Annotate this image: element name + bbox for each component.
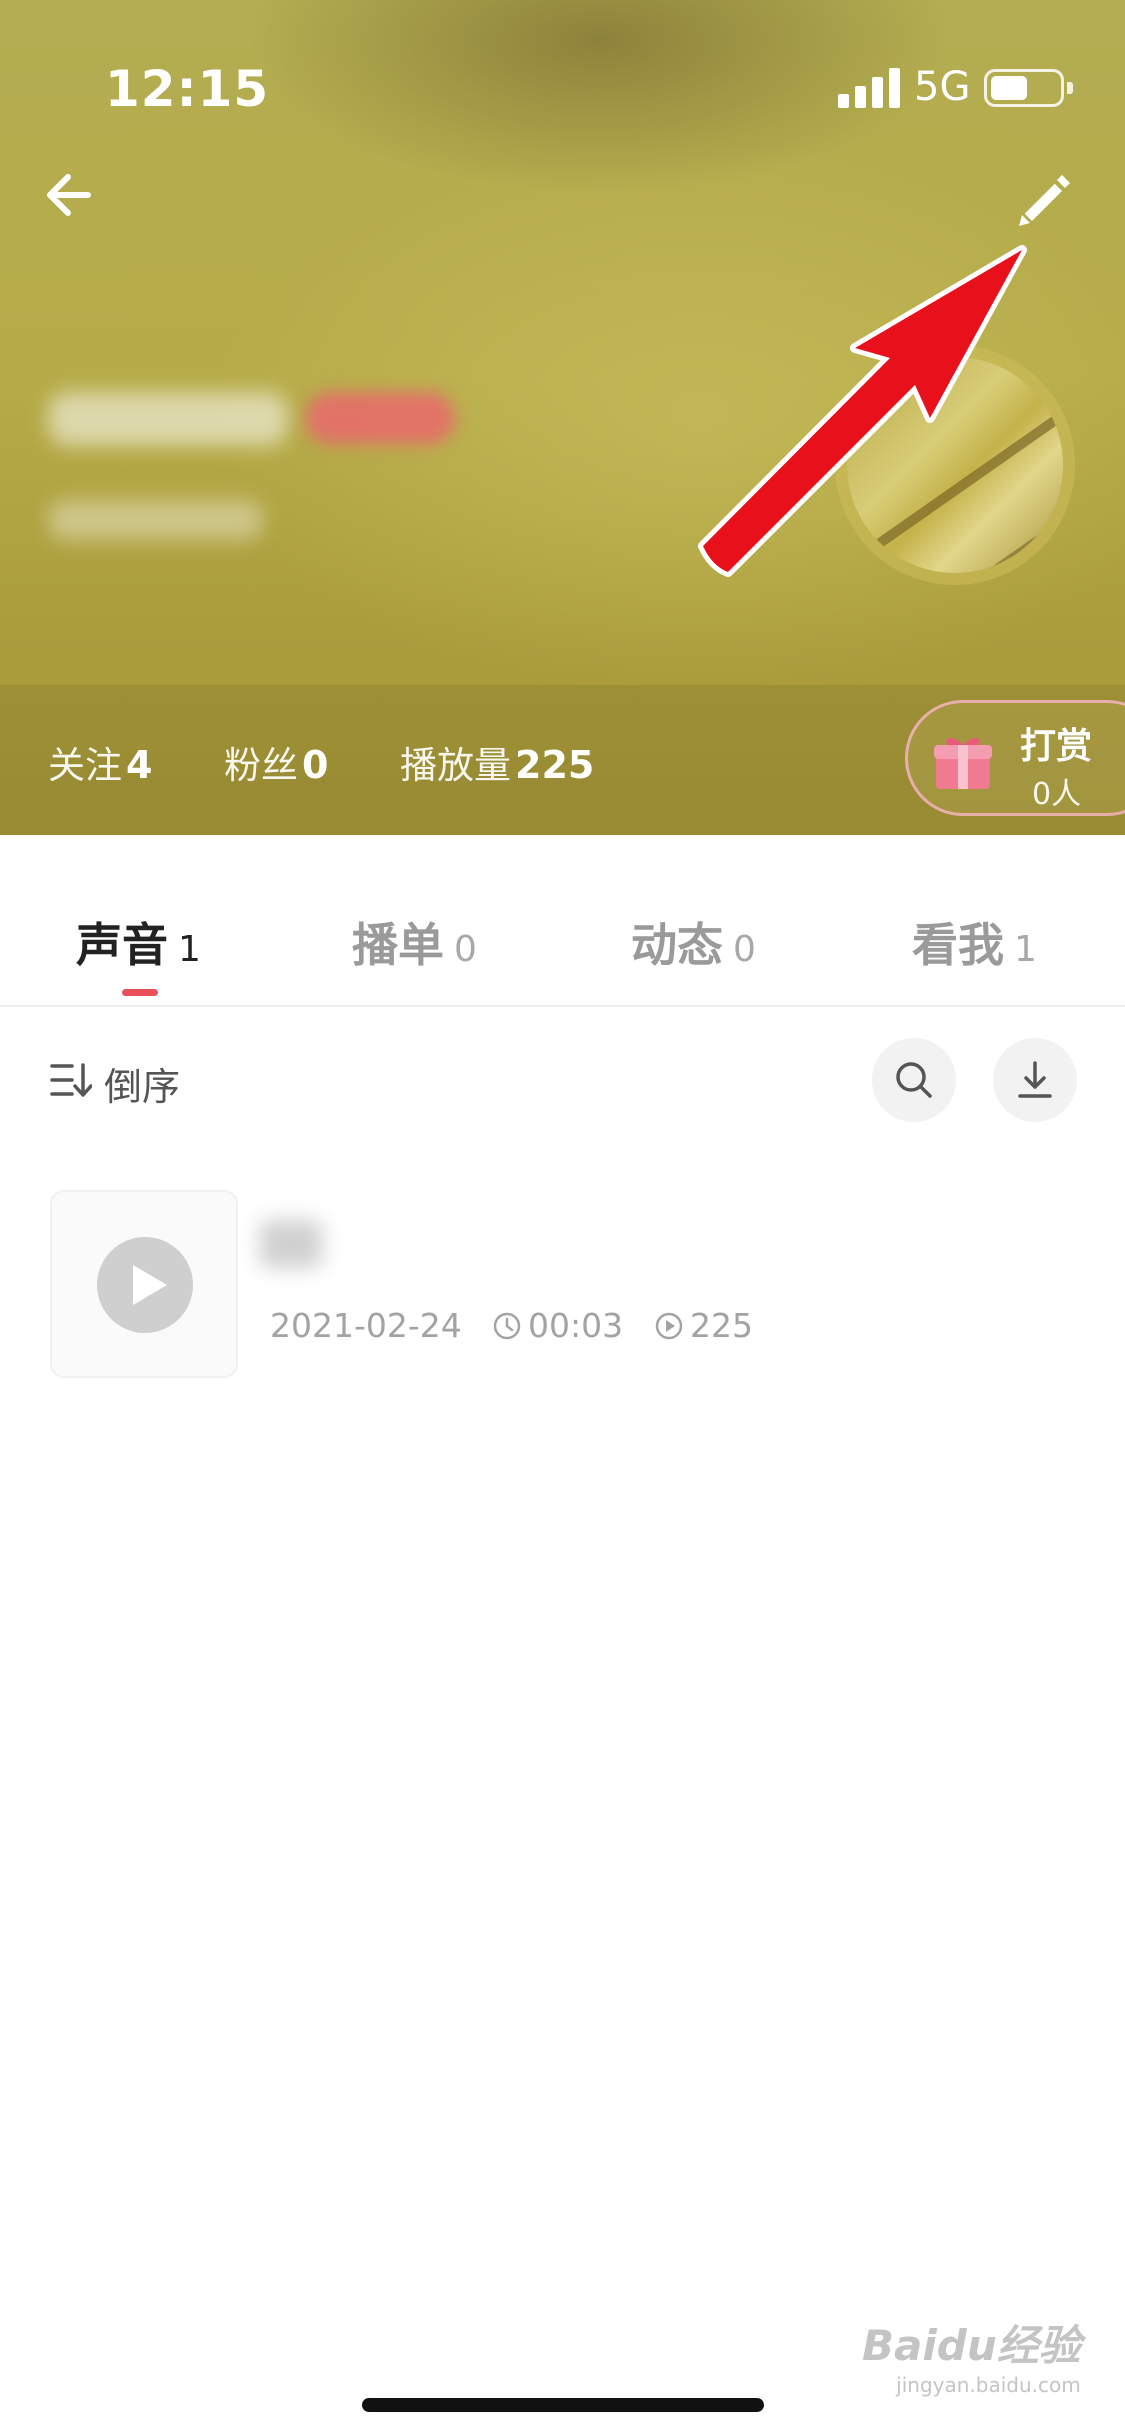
tab-moments-label: 动态	[631, 918, 723, 972]
stat-fans-label: 粉丝	[224, 744, 298, 787]
stat-fans[interactable]: 粉丝 0	[224, 735, 328, 789]
status-time: 12:15	[105, 60, 270, 118]
tab-playlists-count: 0	[454, 929, 477, 970]
track-date: 2021-02-24	[270, 1306, 462, 1345]
stat-following-label: 关注	[48, 744, 122, 787]
blurred-badge	[305, 392, 455, 444]
track-plays: 225	[654, 1306, 753, 1345]
stat-plays-value: 225	[515, 743, 595, 787]
track-cover	[50, 1190, 238, 1378]
home-indicator[interactable]	[362, 2398, 764, 2412]
tab-moments-count: 0	[733, 929, 756, 970]
track-plays-value: 225	[690, 1306, 753, 1345]
edit-pencil-icon[interactable]	[1010, 165, 1076, 231]
download-button[interactable]	[993, 1038, 1077, 1122]
track-duration: 00:03	[492, 1306, 623, 1345]
avatar[interactable]	[835, 345, 1075, 585]
tab-watch-me-count: 1	[1014, 929, 1037, 970]
download-icon	[1018, 1061, 1052, 1098]
blurred-subtitle	[48, 500, 263, 540]
track-duration-value: 00:03	[528, 1306, 624, 1345]
signal-icon	[838, 68, 900, 108]
reward-button[interactable]: 打赏 0人	[905, 700, 1125, 816]
stat-following[interactable]: 关注 4	[48, 735, 152, 789]
tab-sounds-label: 声音	[76, 918, 168, 972]
search-button[interactable]	[872, 1038, 956, 1122]
stat-plays-label: 播放量	[400, 744, 511, 787]
tab-bar: 声音 1 播单 0 动态 0 看我 1	[0, 835, 1125, 1007]
reward-label: 打赏	[1020, 726, 1093, 767]
sort-icon[interactable]	[50, 1062, 93, 1098]
stat-following-value: 4	[126, 743, 153, 787]
watermark-url: jingyan.baidu.com	[896, 2373, 1081, 2397]
tab-playlists[interactable]: 播单 0	[352, 909, 477, 975]
reward-count: 0人	[1032, 777, 1082, 812]
tab-watch-me-label: 看我	[912, 918, 1004, 972]
network-label: 5G	[914, 64, 971, 110]
stat-fans-value: 0	[302, 743, 329, 787]
tab-sounds-count: 1	[178, 929, 201, 970]
avatar-banana-image	[847, 357, 1063, 573]
stat-plays: 播放量 225	[400, 735, 594, 789]
battery-icon	[984, 69, 1073, 107]
profile-header: 12:15 5G 关注 4 粉丝 0 播放量 225 打赏 0人	[0, 0, 1125, 835]
watermark: Baidu经验 jingyan.baidu.com	[862, 2312, 1081, 2397]
status-bar: 12:15 5G	[0, 0, 1125, 170]
clock-icon	[493, 1312, 521, 1340]
back-arrow-icon[interactable]	[40, 165, 100, 225]
blurred-username	[48, 392, 288, 446]
search-icon	[896, 1062, 932, 1098]
list-item[interactable]: 2021-02-24 00:03 225	[0, 1180, 1125, 1390]
play-count-icon	[655, 1312, 683, 1340]
tab-moments[interactable]: 动态 0	[631, 909, 756, 975]
active-tab-indicator	[122, 989, 158, 996]
tab-playlists-label: 播单	[352, 918, 444, 972]
play-icon[interactable]	[97, 1237, 193, 1333]
gift-icon	[932, 733, 994, 791]
blurred-track-title	[260, 1220, 322, 1268]
tab-watch-me[interactable]: 看我 1	[912, 909, 1037, 975]
sort-order-label[interactable]: 倒序	[104, 1056, 180, 1111]
tab-sounds[interactable]: 声音 1	[76, 909, 201, 975]
watermark-brand: Baidu经验	[862, 2321, 1081, 2370]
